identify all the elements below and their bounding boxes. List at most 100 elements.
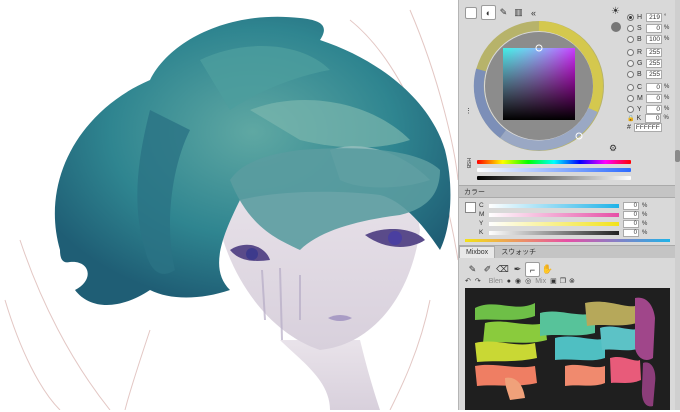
cmyk-value-input[interactable]: 0 [623,210,639,219]
color-wheel[interactable] [473,20,605,152]
field-label: G [637,59,643,67]
blend-label: Blen [488,277,503,285]
stamp-icon[interactable]: ▣ [550,277,557,285]
field-value-input[interactable]: 219 [646,12,662,22]
field-row-c-6: C 0% [627,82,669,92]
cmyk-slider[interactable] [489,230,619,235]
mixer-tabbar: Mixbox スウォッチ [459,245,676,258]
painting-artwork [4,9,458,410]
field-value-input[interactable]: 0 [646,82,662,92]
eyedropper-icon[interactable]: ⌐ [525,262,540,277]
pen-icon[interactable]: ✒ [510,262,525,277]
cmyk-value-input[interactable]: 0 [623,219,639,228]
collapse-icon[interactable]: « [526,5,541,20]
mixer-options: ↶ ↷ Blen ● ◉ ◎ Mix ▣ ❐ ⊗ [465,277,575,286]
field-label: K [636,114,642,122]
layers-icon[interactable]: ❐ [560,277,566,285]
field-radio[interactable] [627,94,634,102]
dot-icon[interactable]: ● [507,278,511,285]
hue-slider[interactable] [477,160,631,164]
field-label: H [637,13,643,21]
hex-prefix: # [627,123,631,131]
field-radio[interactable] [627,35,634,43]
current-color-swatch[interactable] [465,6,477,19]
field-row-g-4: G 255 [627,58,664,68]
mixer-canvas[interactable] [465,288,670,410]
cmyk-value-input[interactable]: 0 [623,228,639,237]
field-label: S [637,24,642,32]
circle-icon[interactable]: ◎ [525,277,531,285]
field-value-input[interactable]: 255 [646,69,662,79]
cmyk-slider[interactable] [489,221,619,226]
cmyk-color-swatch[interactable] [465,202,476,213]
cmyk-row-m: M 0% [479,210,647,219]
field-value-input[interactable]: 100 [646,34,662,44]
tab-mixbox-label: Mixbox [466,249,489,256]
mode-dot-icon[interactable]: ◉ [515,277,521,285]
theme-icon[interactable] [611,22,621,32]
eraser-icon[interactable]: ⌫ [495,262,510,277]
cmyk-unit: % [642,229,648,236]
cmyk-label: Y [479,220,484,227]
field-unit: % [664,84,670,90]
fill-brush-icon[interactable]: ✐ [480,262,495,277]
brightness-slider[interactable] [477,176,631,180]
hue-ring[interactable] [473,20,605,152]
tab-swatch[interactable]: スウォッチ [495,246,542,258]
field-unit: ° [664,14,667,20]
field-label: M [637,94,643,102]
hand-icon[interactable]: ✋ [540,262,555,277]
field-radio[interactable] [627,83,634,91]
field-value-input[interactable]: 0 [646,93,662,103]
field-radio[interactable] [627,70,634,78]
delete-icon[interactable]: ⊗ [569,277,575,285]
sun-icon[interactable]: ☀ [611,6,620,17]
field-radio[interactable] [627,24,634,32]
field-radio[interactable] [627,13,634,21]
paint-mix-strokes [475,297,656,407]
redo-icon[interactable]: ↷ [475,277,481,285]
options-icon[interactable]: ⋮ [465,108,472,115]
panel-scrollbar-thumb[interactable] [675,150,680,162]
cmyk-label: K [479,229,484,236]
cmyk-section-header[interactable]: カラー [459,185,676,198]
cmyk-row-y: Y 0% [479,219,647,228]
cmyk-slider[interactable] [489,203,619,208]
cmyk-value-input[interactable]: 0 [623,201,639,210]
field-value-input[interactable]: 0 [646,23,662,33]
color-sliders-mode-icon[interactable]: ▥ [511,5,526,20]
lock-icon[interactable]: 🔒 [627,115,634,122]
field-row-s-1: S 0% [627,23,669,33]
panel-scrollbar[interactable] [675,0,680,410]
field-radio[interactable] [627,105,634,113]
field-unit: % [664,36,670,42]
color-wheel-mode-icon[interactable]: ◐ [481,5,496,20]
field-value-input[interactable]: 255 [646,47,662,57]
field-label: R [637,48,643,56]
field-radio[interactable] [627,59,634,67]
field-label: Y [637,105,642,113]
saturation-slider[interactable] [477,168,631,172]
cmyk-slider[interactable] [489,212,619,217]
settings-icon[interactable]: ⚙ [609,143,617,154]
color-mode-toolbar: ◐ ✎ ▥ « [465,5,541,20]
hex-input[interactable]: FFFFFF [633,122,662,132]
tab-mixbox[interactable]: Mixbox [459,246,496,258]
cmyk-label: M [479,211,485,218]
field-row-h-0: H 219 ° [627,12,666,22]
field-value-input[interactable]: 255 [646,58,662,68]
undo-icon[interactable]: ↶ [465,277,471,285]
hex-row: # FFFFFF [627,122,662,132]
cmyk-preview-bar [465,239,670,242]
cmyk-label: C [479,202,484,209]
field-radio[interactable] [627,48,634,56]
field-row-b-2: B 100% [627,34,669,44]
brush-icon[interactable]: ✎ [465,262,480,277]
field-unit: % [664,25,670,31]
field-row-r-3: R 255 [627,47,664,57]
painting-canvas[interactable] [0,0,458,410]
tab-swatch-label: スウォッチ [501,249,537,256]
color-picker-mode-icon[interactable]: ✎ [496,5,511,20]
cmyk-unit: % [642,220,648,227]
field-row-m-7: M 0% [627,93,669,103]
